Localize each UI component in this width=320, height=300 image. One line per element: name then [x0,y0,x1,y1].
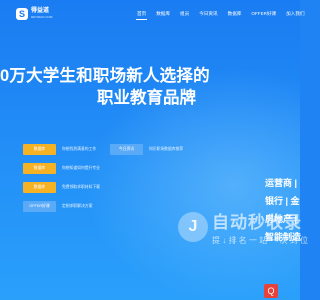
nav-item-home[interactable]: 首页 [136,10,148,20]
option-button-4[interactable]: 数据库 [23,182,56,193]
option-label-3: 你想知道如何提升专业 [62,166,100,170]
watermark-logo-icon: J [178,212,208,242]
nav-item-offer[interactable]: OFFER好课 [250,10,277,20]
option-label-2: 知识职场数据库推荐 [149,147,184,151]
nav-item-news[interactable]: 今日资讯 [198,10,218,20]
option-row-1: 数据库 你想找到满意的工作 [23,144,96,155]
option-row-3: 数据库 你想知道如何提升专业 [23,163,100,174]
option-row-4: 数据库 免费领取求职材料下载 [23,182,100,193]
option-row-5: OFFER好课 定制求职解决方案 [23,201,92,212]
hero-subtitle: 职业教育品牌 [97,89,196,107]
watermark-subtitle: 提 ↓ 排 名 一 站 一 次 到 位 [212,236,309,245]
watermark: J 自动秒收录 提 ↓ 排 名 一 站 一 次 到 位 [178,208,308,246]
nav-item-join[interactable]: 加入我们 [285,10,305,20]
option-label-4: 免费领取求职材料下载 [62,185,100,189]
top-navigation: S 得益道 DEYIDAO.COM 首页 数据库 组员 今日资讯 数据库 OFF… [0,0,305,30]
nav-menu: 首页 数据库 组员 今日资讯 数据库 OFFER好课 加入我们 [136,10,314,20]
option-label-5: 定制求职解决方案 [62,204,93,208]
nav-item-members[interactable]: 组员 [179,10,190,20]
industry-item-2: 银行 | 金 [265,196,300,206]
option-button-2[interactable]: 今日资讯 [110,144,143,155]
option-button-1[interactable]: 数据库 [23,144,56,155]
site-logo[interactable]: S 得益道 DEYIDAO.COM [16,8,52,20]
chat-badge-icon[interactable]: Q [264,284,278,298]
option-button-3[interactable]: 数据库 [23,163,56,174]
nav-item-database[interactable]: 数据库 [155,10,171,20]
industry-item-1: 运营商 | [265,178,298,188]
watermark-title: 自动秒收录 [212,213,302,232]
option-label-1: 你想找到满意的工作 [62,147,97,151]
logo-name: 得益道 [31,8,50,14]
option-row-2: 今日资讯 知识职场数据库推荐 [110,144,183,155]
nav-item-database-2[interactable]: 数据库 [227,10,243,20]
logo-icon: S [16,8,28,20]
logo-subtitle: DEYIDAO.COM [31,15,53,19]
option-button-5[interactable]: OFFER好课 [23,201,56,212]
hero-title: 0万大学生和职场新人选择的 [0,67,210,85]
